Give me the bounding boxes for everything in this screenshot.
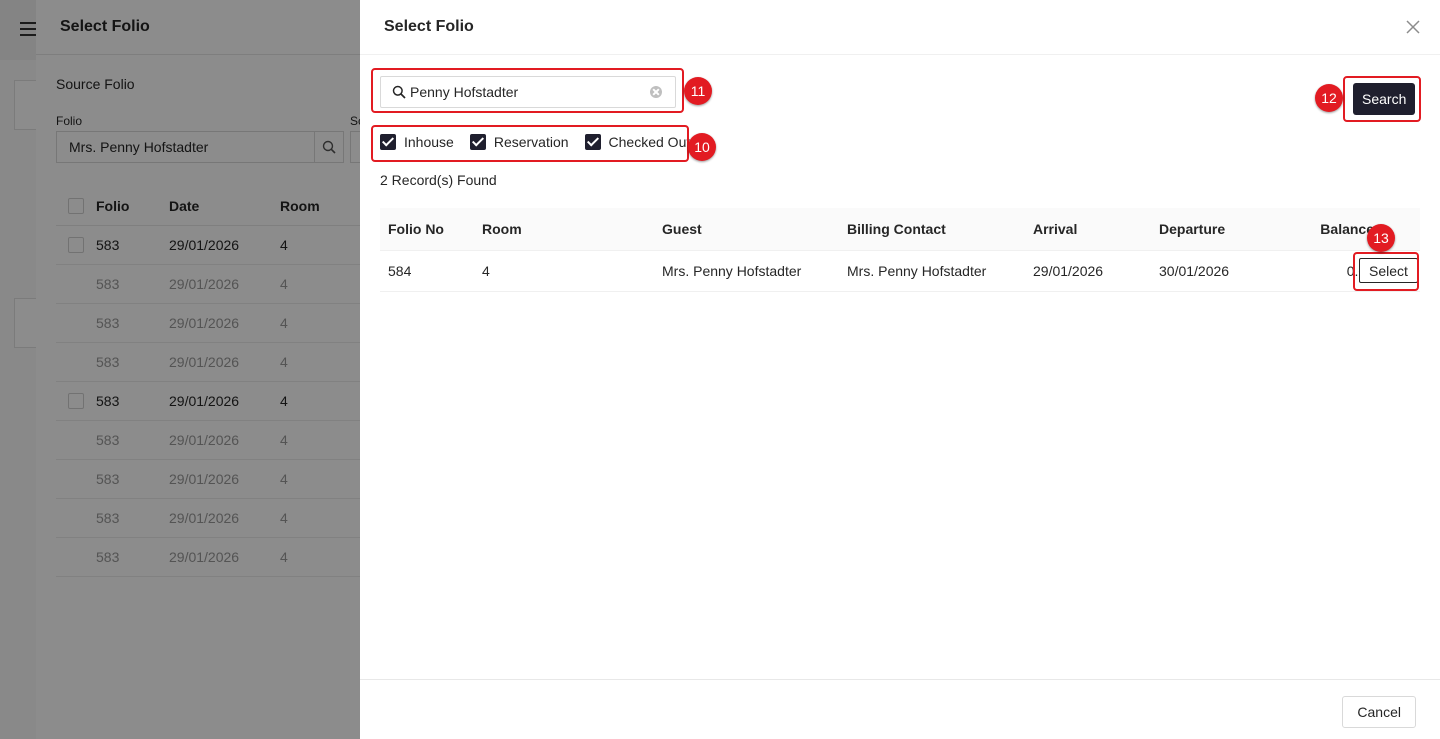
col-billing-contact: Billing Contact xyxy=(847,221,946,237)
cell-folio-no: 584 xyxy=(388,263,412,279)
col-guest: Guest xyxy=(662,221,702,237)
step-badge-10: 10 xyxy=(688,133,716,161)
drawer-title: Select Folio xyxy=(384,18,474,35)
step-badge-11: 11 xyxy=(684,77,712,105)
results-table: Folio No Room Guest Billing Contact Arri… xyxy=(380,208,1420,292)
highlight-search-button xyxy=(1343,76,1421,122)
col-folio-no: Folio No xyxy=(388,221,444,237)
cancel-button[interactable]: Cancel xyxy=(1342,696,1416,728)
records-found-text: 2 Record(s) Found xyxy=(380,172,497,188)
cell-guest: Mrs. Penny Hofstadter xyxy=(662,263,802,279)
col-room: Room xyxy=(482,221,522,237)
drawer-header: Select Folio xyxy=(360,0,1440,55)
cell-billing-contact: Mrs. Penny Hofstadter xyxy=(847,263,987,279)
highlight-filters xyxy=(371,125,689,162)
cell-room: 4 xyxy=(482,263,490,279)
step-badge-12: 12 xyxy=(1315,84,1343,112)
step-badge-13: 13 xyxy=(1367,224,1395,252)
col-arrival: Arrival xyxy=(1033,221,1078,237)
cell-departure: 30/01/2026 xyxy=(1159,263,1230,279)
table-row[interactable]: 584 4 Mrs. Penny Hofstadter Mrs. Penny H… xyxy=(380,251,1420,292)
col-balance: Balance xyxy=(1320,221,1374,237)
close-icon[interactable] xyxy=(1406,20,1420,34)
cell-arrival: 29/01/2026 xyxy=(1033,263,1104,279)
highlight-search-field xyxy=(371,68,684,113)
drawer-footer: Cancel xyxy=(360,679,1440,739)
highlight-select-button xyxy=(1353,252,1419,291)
results-table-header: Folio No Room Guest Billing Contact Arri… xyxy=(380,208,1420,251)
col-departure: Departure xyxy=(1159,221,1226,237)
